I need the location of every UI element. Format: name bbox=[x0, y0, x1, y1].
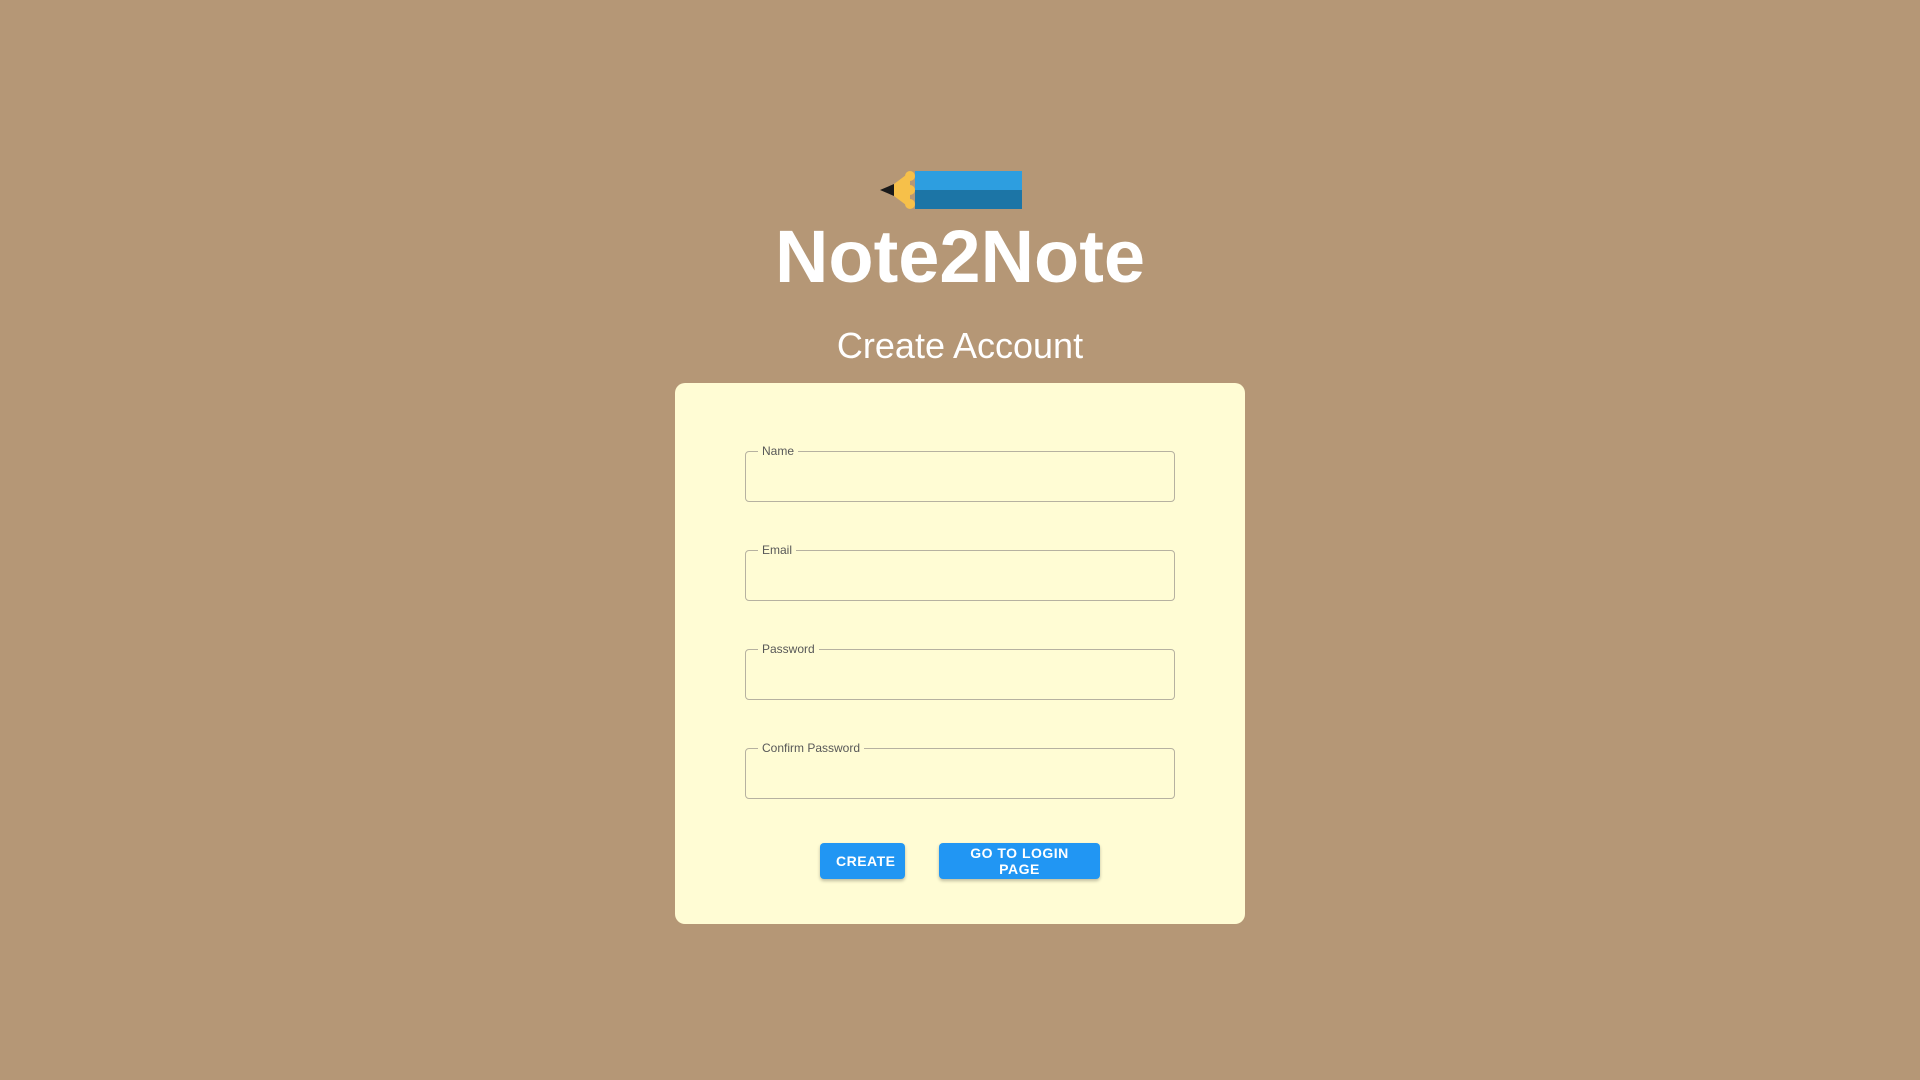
email-field: Email bbox=[745, 543, 1175, 601]
name-input[interactable] bbox=[759, 460, 1163, 492]
email-input[interactable] bbox=[759, 559, 1163, 591]
password-input[interactable] bbox=[759, 658, 1163, 690]
page-subtitle: Create Account bbox=[836, 325, 1084, 366]
confirm-password-input[interactable] bbox=[759, 757, 1163, 789]
email-field-label: Email bbox=[762, 543, 793, 557]
name-field-label: Name bbox=[762, 444, 795, 458]
create-account-card: Name Email Password Confirm Password CRE… bbox=[675, 383, 1245, 924]
name-field: Name bbox=[745, 444, 1175, 502]
password-field: Password bbox=[745, 642, 1175, 700]
password-field-label: Password bbox=[762, 642, 815, 656]
pencil-icon bbox=[880, 171, 1022, 209]
app-title: Note2Note bbox=[774, 215, 1146, 298]
create-button[interactable]: CREATE bbox=[820, 843, 905, 879]
page: Note2Note Create Account Name Email Pass… bbox=[0, 0, 1920, 1080]
confirm-password-field: Confirm Password bbox=[745, 741, 1175, 799]
go-to-login-button[interactable]: GO TO LOGIN PAGE bbox=[939, 843, 1100, 879]
confirm-password-field-label: Confirm Password bbox=[762, 741, 861, 755]
